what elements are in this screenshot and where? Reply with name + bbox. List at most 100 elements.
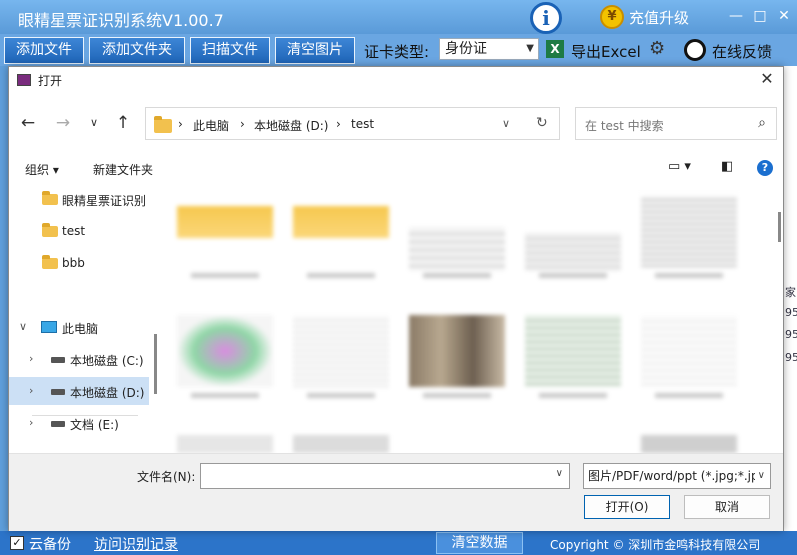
maximize-button[interactable]: □ [750, 6, 770, 26]
drive-icon [51, 421, 65, 427]
nav-item-drive-e[interactable]: › 文档 (E:) [9, 409, 149, 437]
breadcrumb-item[interactable]: 本地磁盘 (D:) [254, 117, 328, 134]
cloud-backup-checkbox[interactable]: ✓ [10, 536, 24, 550]
export-excel-button[interactable]: 导出Excel [571, 41, 641, 62]
info-icon[interactable]: i [530, 2, 562, 34]
nav-item-drive-c[interactable]: › 本地磁盘 (C:) [9, 345, 149, 373]
excel-icon[interactable]: X [546, 40, 564, 58]
chevron-right-icon: › [240, 117, 245, 131]
file-thumbnail-grid [165, 187, 765, 453]
chevron-right-icon[interactable]: › [29, 384, 33, 397]
file-thumbnail[interactable] [635, 427, 743, 453]
background-cell: 95 [785, 306, 797, 319]
command-bar: 组织 ▾ 新建文件夹 ▭ ▾ ◧ [9, 153, 783, 183]
gear-icon[interactable]: ⚙ [649, 39, 669, 59]
chevron-down-icon: ▼ [526, 43, 534, 54]
nav-item-label: bbb [62, 256, 85, 270]
search-icon: ⌕ [758, 115, 766, 131]
help-icon[interactable]: ? [757, 160, 773, 176]
nav-item-quick-folder[interactable]: 眼精星票证识别 [9, 185, 149, 213]
app-title: 眼精星票证识别系统V1.00.7 [18, 11, 224, 30]
file-thumbnail[interactable] [635, 307, 743, 402]
chevron-down-icon: ∨ [754, 464, 765, 488]
content-scrollbar[interactable] [778, 212, 781, 242]
cancel-button[interactable]: 取消 [684, 495, 770, 519]
file-thumbnail[interactable] [287, 307, 395, 402]
cert-type-label: 证卡类型: [364, 43, 430, 61]
folder-icon [42, 191, 58, 205]
view-options-icon[interactable]: ▭ ▾ [668, 159, 691, 174]
nav-item-test[interactable]: test [9, 217, 149, 245]
nav-item-bbb[interactable]: bbb [9, 249, 149, 277]
chat-icon[interactable] [684, 39, 706, 61]
close-icon[interactable]: ✕ [757, 69, 777, 89]
scan-file-button[interactable]: 扫描文件 [190, 37, 270, 64]
organize-menu[interactable]: 组织 ▾ [25, 161, 59, 178]
nav-item-label: 本地磁盘 (D:) [70, 386, 145, 400]
background-cell: 家 [785, 286, 796, 299]
open-file-dialog: 打开 ✕ ← → ∨ ↑ › 此电脑 › 本地磁盘 (D:) › test ∨ … [8, 66, 784, 531]
cert-type-value: 身份证 [445, 41, 487, 57]
coin-icon[interactable]: ¥ [600, 5, 624, 29]
cloud-backup-label: 云备份 [29, 537, 71, 553]
file-type-select[interactable]: 图片/PDF/word/ppt (*.jpg;*.jp ∨ [583, 463, 771, 489]
recharge-upgrade-link[interactable]: 充值升级 [629, 7, 689, 28]
drive-icon [51, 357, 65, 363]
file-thumbnail[interactable] [519, 187, 627, 282]
background-cell: 95 [785, 328, 797, 341]
refresh-icon[interactable]: ↻ [536, 115, 548, 131]
history-link[interactable]: 访问识别记录 [94, 534, 178, 554]
search-box[interactable]: 在 test 中搜索 ⌕ [575, 107, 777, 140]
forward-arrow-icon[interactable]: → [52, 112, 74, 134]
dialog-footer: 文件名(N): ∨ 图片/PDF/word/ppt (*.jpg;*.jp ∨ … [9, 453, 783, 531]
file-thumbnail[interactable] [403, 187, 511, 282]
folder-icon [154, 116, 172, 133]
preview-pane-icon[interactable]: ◧ [721, 159, 733, 174]
nav-item-label: 本地磁盘 (C:) [70, 354, 144, 368]
chevron-right-icon: › [178, 117, 183, 131]
online-feedback-button[interactable]: 在线反馈 [712, 41, 772, 62]
app-title-bar: 眼精星票证识别系统V1.00.7 i ¥ 充值升级 — □ ✕ [0, 0, 797, 34]
file-thumbnail[interactable] [171, 187, 279, 282]
add-file-button[interactable]: 添加文件 [4, 37, 84, 64]
cert-type-select[interactable]: 身份证 ▼ [439, 38, 539, 60]
nav-item-label: 文档 (E:) [70, 418, 119, 432]
clear-images-button[interactable]: 清空图片 [275, 37, 355, 64]
nav-item-label: 此电脑 [62, 322, 99, 336]
file-thumbnail[interactable] [635, 187, 743, 282]
clear-data-button[interactable]: 清空数据 [436, 532, 523, 554]
recent-locations-icon[interactable]: ∨ [83, 112, 105, 134]
chevron-right-icon[interactable]: › [29, 352, 33, 365]
nav-item-drive-d[interactable]: › 本地磁盘 (D:) [9, 377, 149, 405]
app-icon [17, 74, 31, 86]
filename-input[interactable]: ∨ [200, 463, 570, 489]
file-thumbnail[interactable] [287, 427, 395, 453]
nav-scrollbar[interactable] [154, 334, 157, 394]
nav-item-this-pc[interactable]: ∨ 此电脑 [9, 313, 149, 341]
drive-icon [51, 389, 65, 395]
chevron-right-icon[interactable]: › [29, 416, 33, 429]
chevron-down-icon[interactable]: ∨ [502, 117, 510, 130]
breadcrumb-item[interactable]: test [351, 117, 374, 131]
breadcrumb-item[interactable]: 此电脑 [193, 117, 229, 134]
close-app-button[interactable]: ✕ [774, 6, 794, 26]
up-arrow-icon[interactable]: ↑ [112, 112, 134, 134]
open-button[interactable]: 打开(O) [584, 495, 670, 519]
filename-label: 文件名(N): [137, 470, 196, 484]
file-thumbnail[interactable] [287, 187, 395, 282]
file-type-value: 图片/PDF/word/ppt (*.jpg;*.jp [588, 469, 759, 483]
chevron-down-icon[interactable]: ∨ [556, 468, 563, 479]
file-thumbnail[interactable] [171, 307, 279, 402]
address-bar[interactable]: › 此电脑 › 本地磁盘 (D:) › test ∨ ↻ [145, 107, 560, 140]
minimize-button[interactable]: — [726, 6, 746, 26]
file-thumbnail[interactable] [403, 307, 511, 402]
file-thumbnail[interactable] [171, 427, 279, 453]
chevron-down-icon[interactable]: ∨ [19, 320, 27, 333]
add-folder-button[interactable]: 添加文件夹 [89, 37, 185, 64]
new-folder-button[interactable]: 新建文件夹 [93, 161, 153, 178]
search-placeholder: 在 test 中搜索 [585, 119, 664, 133]
nav-item-label: test [62, 224, 86, 238]
nav-item-label: 眼精星票证识别 [62, 194, 147, 208]
file-thumbnail[interactable] [519, 307, 627, 402]
back-arrow-icon[interactable]: ← [17, 112, 39, 134]
